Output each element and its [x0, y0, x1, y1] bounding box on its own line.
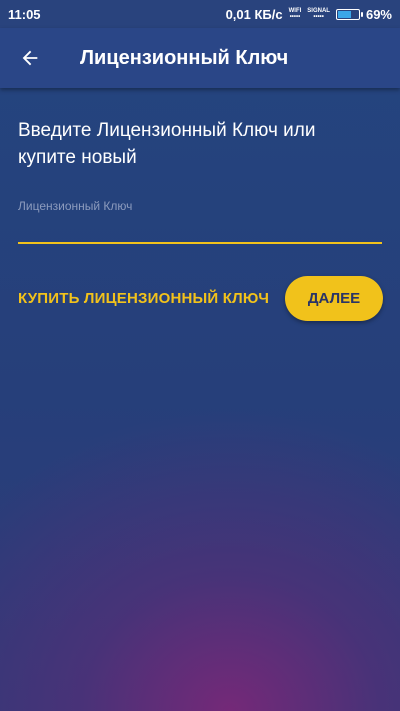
battery-percent: 69% [365, 6, 392, 22]
arrow-left-icon [22, 50, 38, 66]
wifi-icon: WIFI ••••• [289, 8, 302, 20]
status-bar: 11:05 0,01 КБ/с WIFI ••••• SIGNAL ••••• … [0, 0, 400, 28]
license-key-screen: 11:05 0,01 КБ/с WIFI ••••• SIGNAL ••••• … [0, 0, 400, 711]
buy-license-key-button[interactable]: КУПИТЬ ЛИЦЕНЗИОННЫЙ КЛЮЧ [18, 290, 269, 307]
page-title: Лицензионный Ключ [80, 46, 289, 69]
license-key-input[interactable] [18, 214, 382, 244]
wifi-dots: ••••• [289, 14, 301, 20]
battery-icon [335, 8, 363, 20]
app-toolbar: Лицензионный Ключ [0, 28, 400, 88]
signal-dots: ••••• [313, 14, 324, 20]
signal-icon: SIGNAL ••••• [307, 8, 330, 20]
next-button[interactable]: ДАЛЕЕ [285, 276, 383, 321]
status-time: 11:05 [8, 6, 41, 22]
back-button[interactable] [0, 28, 60, 88]
status-indicators: 0,01 КБ/с WIFI ••••• SIGNAL ••••• 69% [226, 7, 392, 22]
instruction-text: Введите Лицензионный Ключ или купите нов… [18, 120, 316, 168]
battery-level [337, 10, 351, 18]
license-key-label: Лицензионный Ключ [18, 199, 133, 213]
network-speed: 0,01 КБ/с [225, 6, 283, 22]
